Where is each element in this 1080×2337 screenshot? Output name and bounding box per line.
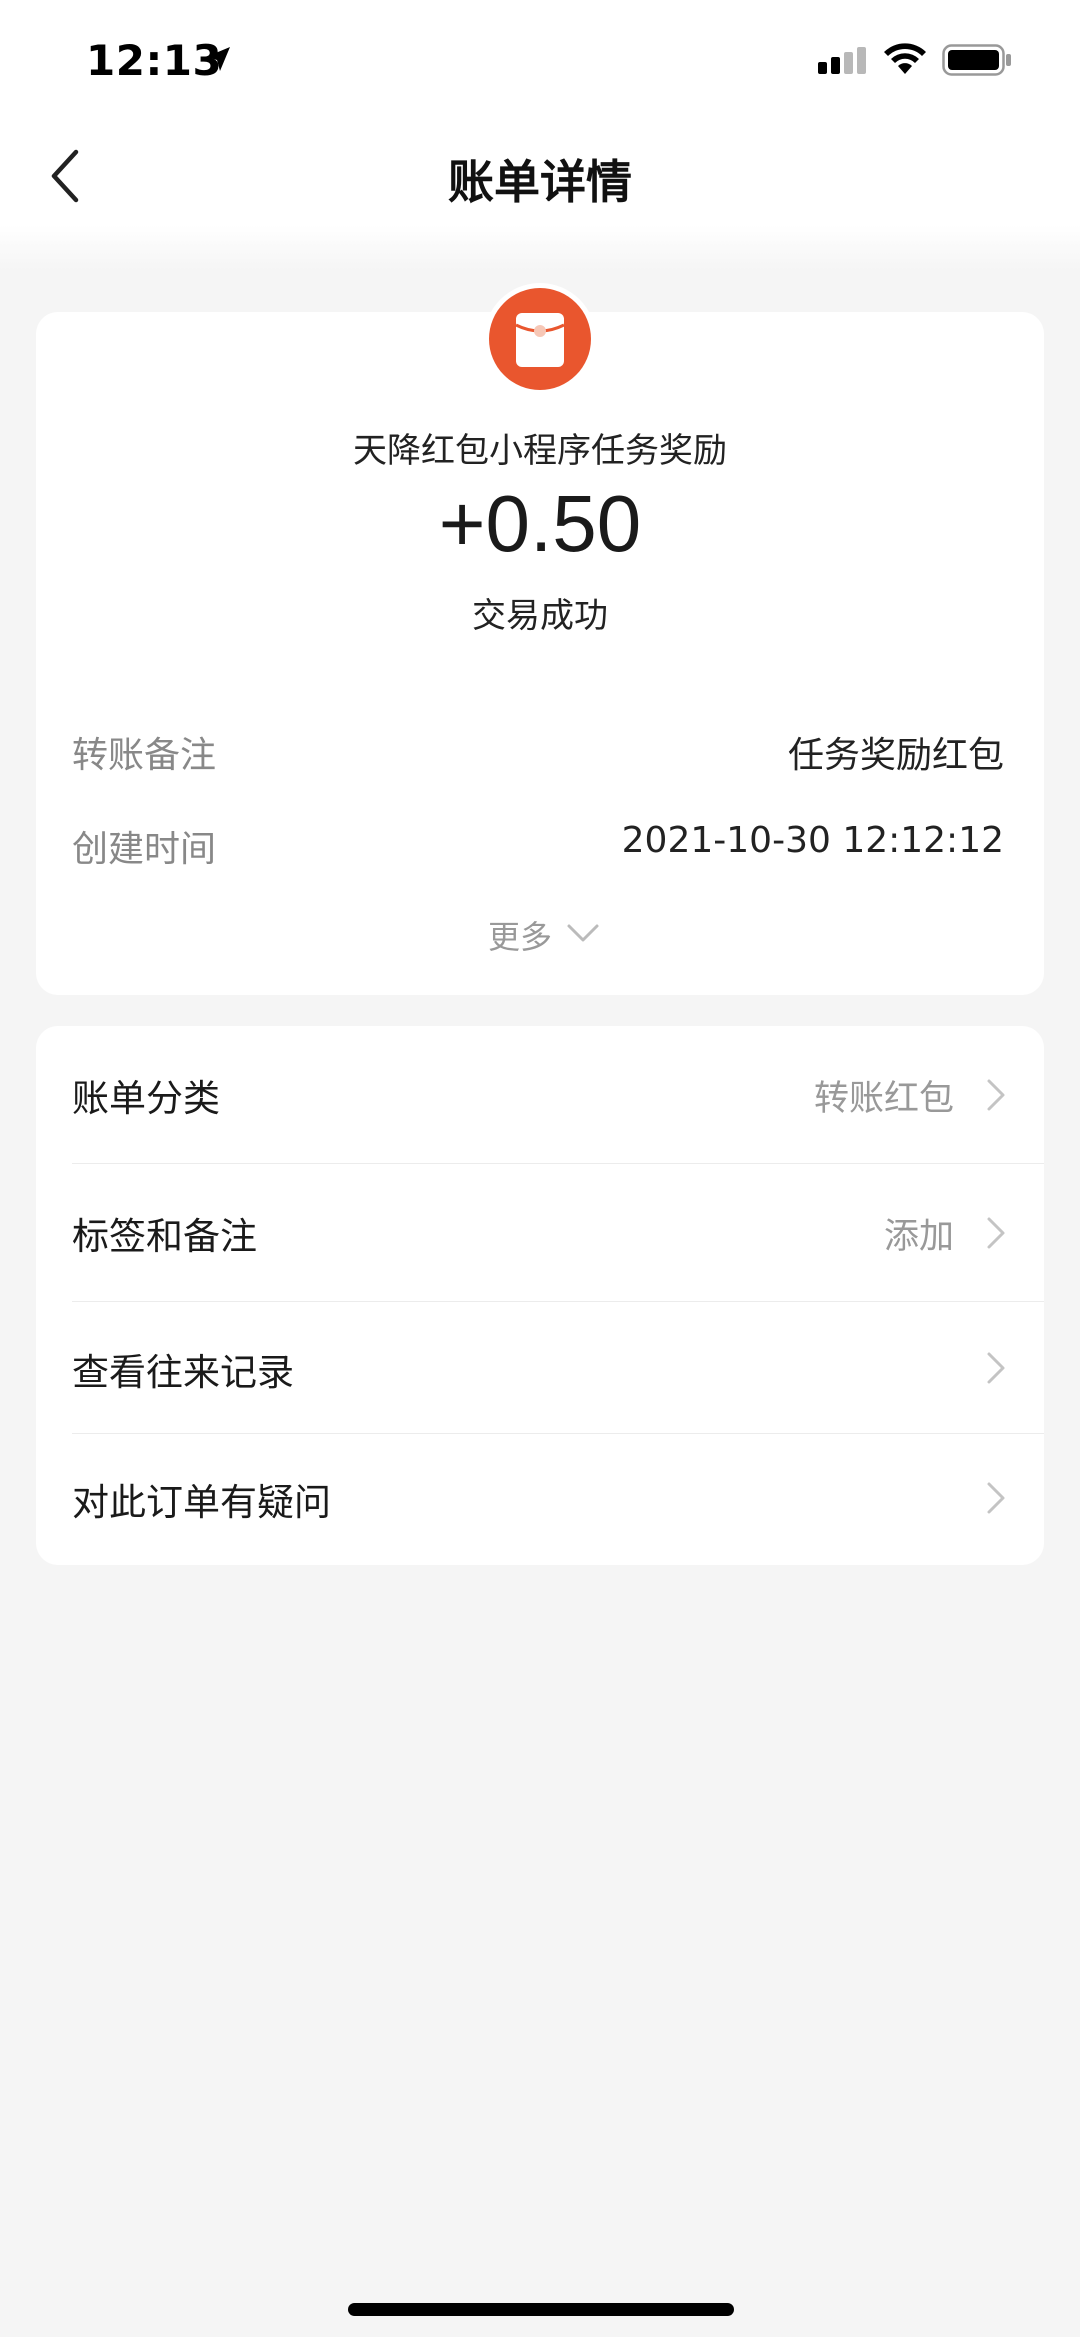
menu-item-tags[interactable]: 标签和备注 添加 bbox=[36, 1164, 1044, 1301]
menu-item-value: 转账红包 bbox=[813, 1079, 954, 1119]
transaction-status: 交易成功 bbox=[472, 596, 608, 636]
home-indicator[interactable] bbox=[348, 2303, 734, 2316]
wifi-icon bbox=[884, 43, 926, 74]
merchant-name: 天降红包小程序任务奖励 bbox=[353, 431, 727, 471]
status-time: 12:13 bbox=[86, 36, 223, 85]
chevron-down-icon[interactable] bbox=[566, 922, 600, 944]
menu-item-label: 对此订单有疑问 bbox=[72, 1481, 331, 1524]
menu-item-label: 标签和备注 bbox=[72, 1215, 257, 1258]
page-title: 账单详情 bbox=[448, 155, 632, 209]
chevron-right-icon bbox=[987, 1482, 1005, 1514]
red-packet-icon bbox=[515, 313, 565, 367]
transaction-amount: +0.50 bbox=[438, 479, 642, 568]
bill-detail-page: 12:13 账单详情 天降红包小程序任务奖励 +0.50 交易成功 转账备注 任… bbox=[0, 0, 1080, 2337]
menu-item-history[interactable]: 查看往来记录 bbox=[36, 1302, 1044, 1433]
more-button[interactable]: 更多 bbox=[488, 912, 552, 958]
menu-item-label: 查看往来记录 bbox=[72, 1351, 294, 1394]
menu-item-value: 添加 bbox=[883, 1217, 954, 1257]
signal-icon bbox=[818, 47, 866, 74]
nav-bar: 账单详情 bbox=[0, 120, 1080, 230]
menu-item-question[interactable]: 对此订单有疑问 bbox=[36, 1434, 1044, 1565]
status-bar: 12:13 bbox=[0, 0, 1080, 120]
created-time-value: 2021-10-30 12:12:12 bbox=[621, 820, 1004, 861]
menu-item-label: 账单分类 bbox=[72, 1077, 220, 1120]
chevron-right-icon bbox=[987, 1079, 1005, 1111]
remark-label: 转账备注 bbox=[72, 735, 217, 776]
battery-icon bbox=[942, 44, 1011, 76]
transaction-card bbox=[36, 312, 1044, 995]
chevron-right-icon bbox=[987, 1352, 1005, 1384]
menu-item-category[interactable]: 账单分类 转账红包 bbox=[36, 1026, 1044, 1163]
chevron-right-icon bbox=[987, 1217, 1005, 1249]
location-arrow-icon bbox=[206, 47, 230, 71]
created-time-label: 创建时间 bbox=[72, 829, 217, 870]
remark-value: 任务奖励红包 bbox=[787, 735, 1004, 776]
